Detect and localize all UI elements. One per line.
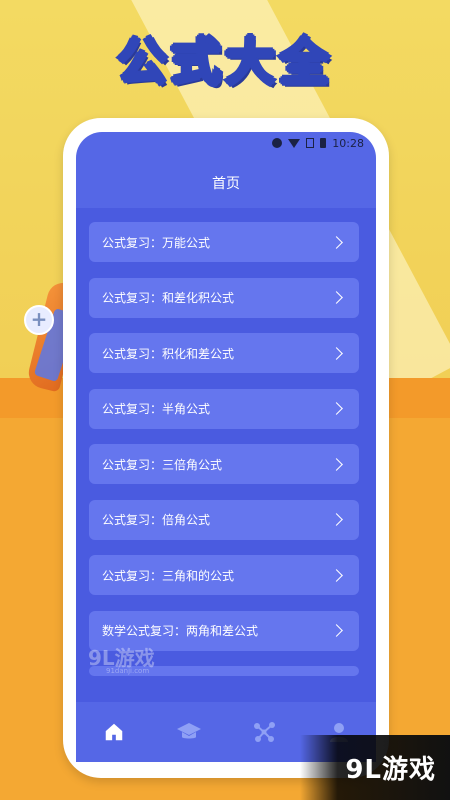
battery-icon [320, 138, 327, 148]
page-title: 首页 [212, 176, 240, 192]
tab-discover[interactable] [244, 712, 284, 752]
status-time: 10:28 [332, 136, 364, 150]
phone-frame: 10:28 首页 公式复习：万能公式 公式复习：和差化积公式 公式复习：积化和差… [63, 118, 389, 778]
chevron-right-icon [330, 346, 343, 360]
list-item[interactable]: 公式复习：三倍角公式 [89, 444, 359, 484]
watermark-corner: 9L游戏 [300, 735, 450, 800]
list-item[interactable]: 公式复习：三角和的公式 [89, 555, 359, 595]
list-item-label: 公式复习：倍角公式 [102, 513, 211, 527]
formula-list-area[interactable]: 公式复习：万能公式 公式复习：和差化积公式 公式复习：积化和差公式 公式复习：半… [76, 208, 376, 702]
list-item-label: 公式复习：三角和的公式 [102, 568, 235, 583]
chevron-right-icon [330, 568, 343, 582]
list-item[interactable]: 公式复习：万能公式 [89, 222, 359, 262]
graduation-cap-icon [176, 723, 201, 739]
list-item[interactable]: 公式复习：和差化积公式 [89, 277, 359, 318]
list-item-label: 公式复习：三倍角公式 [102, 457, 223, 472]
list-item-label: 公式复习：和差化积公式 [102, 291, 235, 305]
wifi-icon [288, 138, 301, 148]
tab-courses[interactable] [169, 712, 209, 752]
do-not-disturb-icon [272, 138, 283, 148]
home-icon [105, 723, 122, 741]
promo-headline: 公式大全 [116, 32, 333, 93]
list-item-label: 数学公式复习：两角和差公式 [102, 624, 259, 638]
list-item[interactable]: 公式复习：积化和差公式 [89, 333, 359, 373]
formula-list: 公式复习：万能公式 公式复习：和差化积公式 公式复习：积化和差公式 公式复习：半… [89, 222, 359, 676]
chevron-right-icon [330, 402, 343, 415]
chevron-right-icon [330, 457, 343, 471]
list-item[interactable]: 公式复习：倍角公式 [89, 499, 359, 540]
no-sim-icon [306, 138, 315, 148]
watermark-corner-text: 9L游戏 [345, 755, 436, 785]
chevron-right-icon [330, 235, 343, 249]
plus-bubble-icon: + [24, 305, 54, 335]
tab-home[interactable] [94, 712, 134, 752]
list-item-label: 公式复习：积化和差公式 [102, 346, 235, 361]
chevron-right-icon [330, 513, 343, 526]
list-item[interactable]: 公式复习：半角公式 [89, 388, 359, 429]
chevron-right-icon [330, 624, 343, 637]
list-item-label: 公式复习：半角公式 [102, 402, 211, 416]
chevron-right-icon [330, 291, 343, 304]
list-item-label: 公式复习：万能公式 [102, 235, 211, 250]
watermark-center: 9L游戏 91danji.com [88, 642, 198, 675]
status-bar: 10:28 [272, 134, 364, 152]
share-nodes-icon [253, 722, 275, 742]
